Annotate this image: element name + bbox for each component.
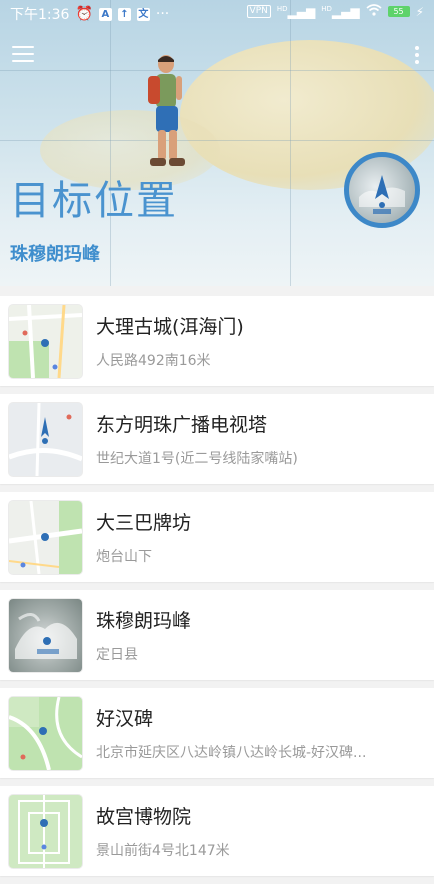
current-target-name: 珠穆朗玛峰 (10, 244, 100, 265)
header-banner: 下午1:36 ⏰ A ↑ 文 ··· VPN HD▂▄▆ HD▂▄▆ 55 ⚡ (0, 0, 434, 286)
place-name: 东方明珠广播电视塔 (96, 414, 268, 436)
map-thumbnail (9, 501, 82, 574)
list-item[interactable]: 大理古城(洱海门) 人民路492南16米 (0, 296, 434, 386)
place-address: 人民路492南16米 (96, 353, 211, 369)
place-address: 景山前街4号北147米 (96, 843, 230, 859)
map-gridline (0, 140, 434, 141)
place-name: 大理古城(洱海门) (96, 316, 244, 338)
vpn-icon: VPN (246, 5, 271, 18)
current-location-button[interactable] (344, 152, 420, 228)
more-vert-icon[interactable] (414, 46, 420, 66)
more-dots-icon: ··· (155, 6, 170, 22)
place-name: 好汉碑 (96, 708, 154, 730)
map-thumbnail (9, 697, 82, 770)
hd-label: HD (321, 4, 332, 13)
translate-icon: 文 (136, 7, 150, 21)
list-item[interactable]: 大三巴牌坊 炮台山下 (0, 492, 434, 582)
charging-icon: ⚡ (415, 4, 424, 19)
page-title: 目标位置 (10, 178, 178, 224)
list-item[interactable]: 故宫博物院 景山前街4号北147米 (0, 786, 434, 876)
wifi-icon (366, 4, 382, 19)
status-bar: 下午1:36 ⏰ A ↑ 文 ··· VPN HD▂▄▆ HD▂▄▆ 55 ⚡ (0, 0, 434, 26)
status-time: 下午1:36 (10, 7, 70, 23)
place-name: 故宫博物院 (96, 806, 192, 828)
place-address: 北京市延庆区八达岭镇八达岭长城-好汉碑... (96, 745, 367, 761)
location-arrow-icon (359, 175, 405, 214)
hd-label: HD (276, 4, 288, 13)
hiker-figure-icon (148, 55, 185, 166)
battery-icon: 55 (387, 6, 410, 17)
menu-icon[interactable] (12, 46, 34, 64)
map-thumbnail (9, 795, 82, 868)
upload-icon: ↑ (117, 7, 131, 21)
map-gridline (0, 70, 434, 71)
map-gridline (110, 0, 111, 286)
map-thumbnail (9, 599, 82, 672)
map-thumbnail (9, 305, 82, 378)
map-thumbnail (9, 403, 82, 476)
list-item[interactable]: 好汉碑 北京市延庆区八达岭镇八达岭长城-好汉碑... (0, 688, 434, 778)
a-app-icon: A (98, 7, 112, 21)
places-list: 大理古城(洱海门) 人民路492南16米 东方明珠广播电视塔 世纪大道1号(近二… (0, 296, 434, 884)
place-address: 定日县 (96, 647, 138, 663)
signal-icon: HD▂▄▆ (276, 4, 316, 19)
place-address: 世纪大道1号(近二号线陆家嘴站) (96, 451, 298, 467)
alarm-icon: ⏰ (75, 6, 93, 22)
place-address: 炮台山下 (96, 549, 152, 565)
place-name: 大三巴牌坊 (96, 512, 192, 534)
list-item[interactable]: 珠穆朗玛峰 定日县 (0, 590, 434, 680)
list-item[interactable]: 东方明珠广播电视塔 世纪大道1号(近二号线陆家嘴站) (0, 394, 434, 484)
signal-icon: HD▂▄▆ (321, 4, 360, 19)
place-name: 珠穆朗玛峰 (96, 610, 192, 632)
map-gridline (290, 0, 291, 286)
